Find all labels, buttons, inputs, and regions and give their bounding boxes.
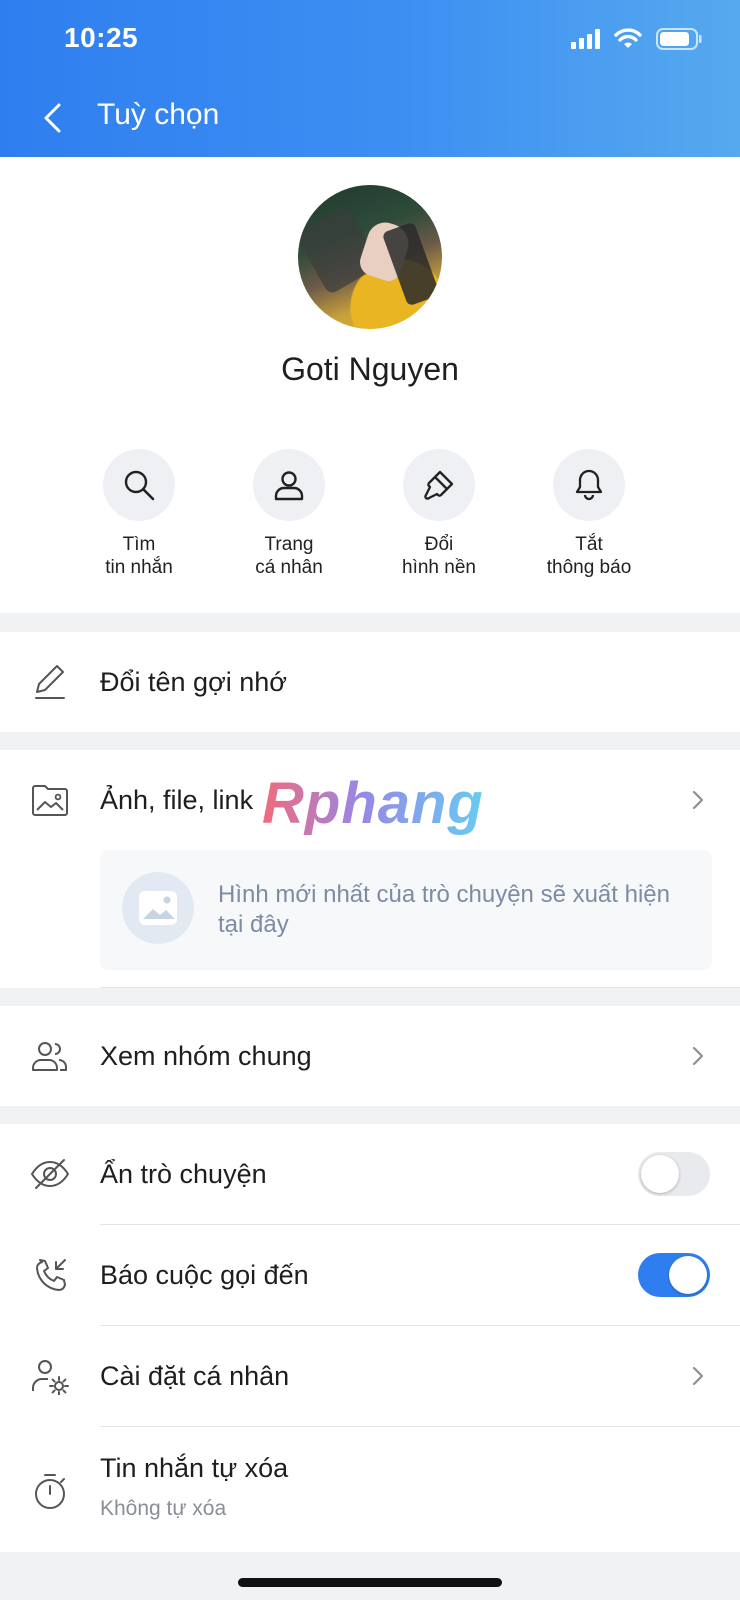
paint-brush-icon (424, 470, 454, 500)
action-label: tin nhắn (105, 557, 173, 578)
battery-icon (656, 28, 702, 50)
call-alert-label: Báo cuộc gọi đến (100, 1259, 309, 1290)
avatar[interactable] (298, 185, 442, 329)
watermark-logo: Rphang (262, 771, 484, 836)
app-header: 10:25 Tuỳ chọn (0, 0, 740, 157)
rename-section: Đổi tên gợi nhớ (0, 632, 740, 732)
media-preview-placeholder[interactable]: Hình mới nhất của trò chuyện sẽ xuất hiệ… (100, 850, 712, 970)
group-icon (30, 1036, 70, 1076)
page-title: Tuỳ chọn (97, 98, 220, 131)
timer-icon (30, 1471, 70, 1511)
divider (100, 987, 740, 988)
personal-settings-label: Cài đặt cá nhân (100, 1360, 290, 1391)
chevron-left-icon (44, 103, 61, 133)
action-label: Trang (264, 534, 314, 555)
media-label: Ảnh, file, link (100, 784, 254, 815)
search-icon (124, 470, 155, 501)
personal-settings-row[interactable]: Cài đặt cá nhân (0, 1326, 740, 1426)
action-label: thông báo (546, 557, 632, 578)
incoming-call-icon (30, 1255, 70, 1295)
common-groups-row[interactable]: Xem nhóm chung (0, 1006, 740, 1106)
hide-chat-label: Ẩn trò chuyện (100, 1158, 267, 1189)
eye-off-icon (30, 1154, 70, 1194)
call-alert-row[interactable]: Báo cuộc gọi đến (0, 1225, 740, 1325)
person-icon (274, 471, 304, 501)
auto-delete-row[interactable]: Tin nhắn tự xóa Không tự xóa (0, 1427, 740, 1552)
mute-notifications-button[interactable]: Tắt thông báo (514, 449, 664, 579)
action-label: hình nền (402, 557, 476, 578)
folder-image-icon (30, 780, 70, 820)
chevron-right-icon (690, 788, 706, 812)
bell-icon (575, 469, 603, 501)
common-groups-label: Xem nhóm chung (100, 1040, 312, 1071)
home-indicator (238, 1578, 502, 1587)
settings-section: Ẩn trò chuyện Báo cuộc gọi đến Cài đặt c… (0, 1124, 740, 1552)
profile-section: Goti Nguyen Tìm tin nhắn Trang cá nhân Đ… (0, 157, 740, 613)
rename-row[interactable]: Đổi tên gợi nhớ (0, 632, 740, 732)
action-label: Đổi (424, 534, 454, 555)
action-label: Tắt (575, 534, 603, 555)
call-alert-toggle[interactable] (638, 1253, 710, 1297)
back-button[interactable] (34, 96, 70, 140)
status-icons (571, 28, 702, 50)
chevron-right-icon (690, 1364, 706, 1388)
contact-name: Goti Nguyen (281, 351, 459, 387)
search-messages-button[interactable]: Tìm tin nhắn (64, 449, 214, 579)
pencil-icon (30, 662, 70, 702)
chevron-right-icon (690, 1044, 706, 1068)
quick-actions: Tìmtin nhắn Trangcá nhân Đổihình nền (70, 449, 670, 589)
user-gear-icon (30, 1356, 70, 1396)
auto-delete-label: Tin nhắn tự xóa (100, 1453, 289, 1483)
cellular-signal-icon (571, 29, 600, 49)
change-wallpaper-button[interactable]: Đổi hình nền (364, 449, 514, 579)
rename-label: Đổi tên gợi nhớ (100, 666, 288, 697)
profile-page-button[interactable]: Trang cá nhân (214, 449, 364, 579)
status-time: 10:25 (64, 22, 139, 53)
action-label: cá nhân (255, 557, 323, 578)
action-label: Tìm (122, 534, 156, 555)
auto-delete-value: Không tự xóa (100, 1497, 227, 1520)
hide-chat-toggle[interactable] (638, 1152, 710, 1196)
media-placeholder-text: Hình mới nhất của trò chuyện sẽ xuất hiệ… (218, 881, 670, 938)
groups-section: Xem nhóm chung (0, 1006, 740, 1106)
image-placeholder-icon (122, 872, 194, 944)
wifi-icon (614, 28, 642, 48)
hide-chat-row[interactable]: Ẩn trò chuyện (0, 1124, 740, 1224)
